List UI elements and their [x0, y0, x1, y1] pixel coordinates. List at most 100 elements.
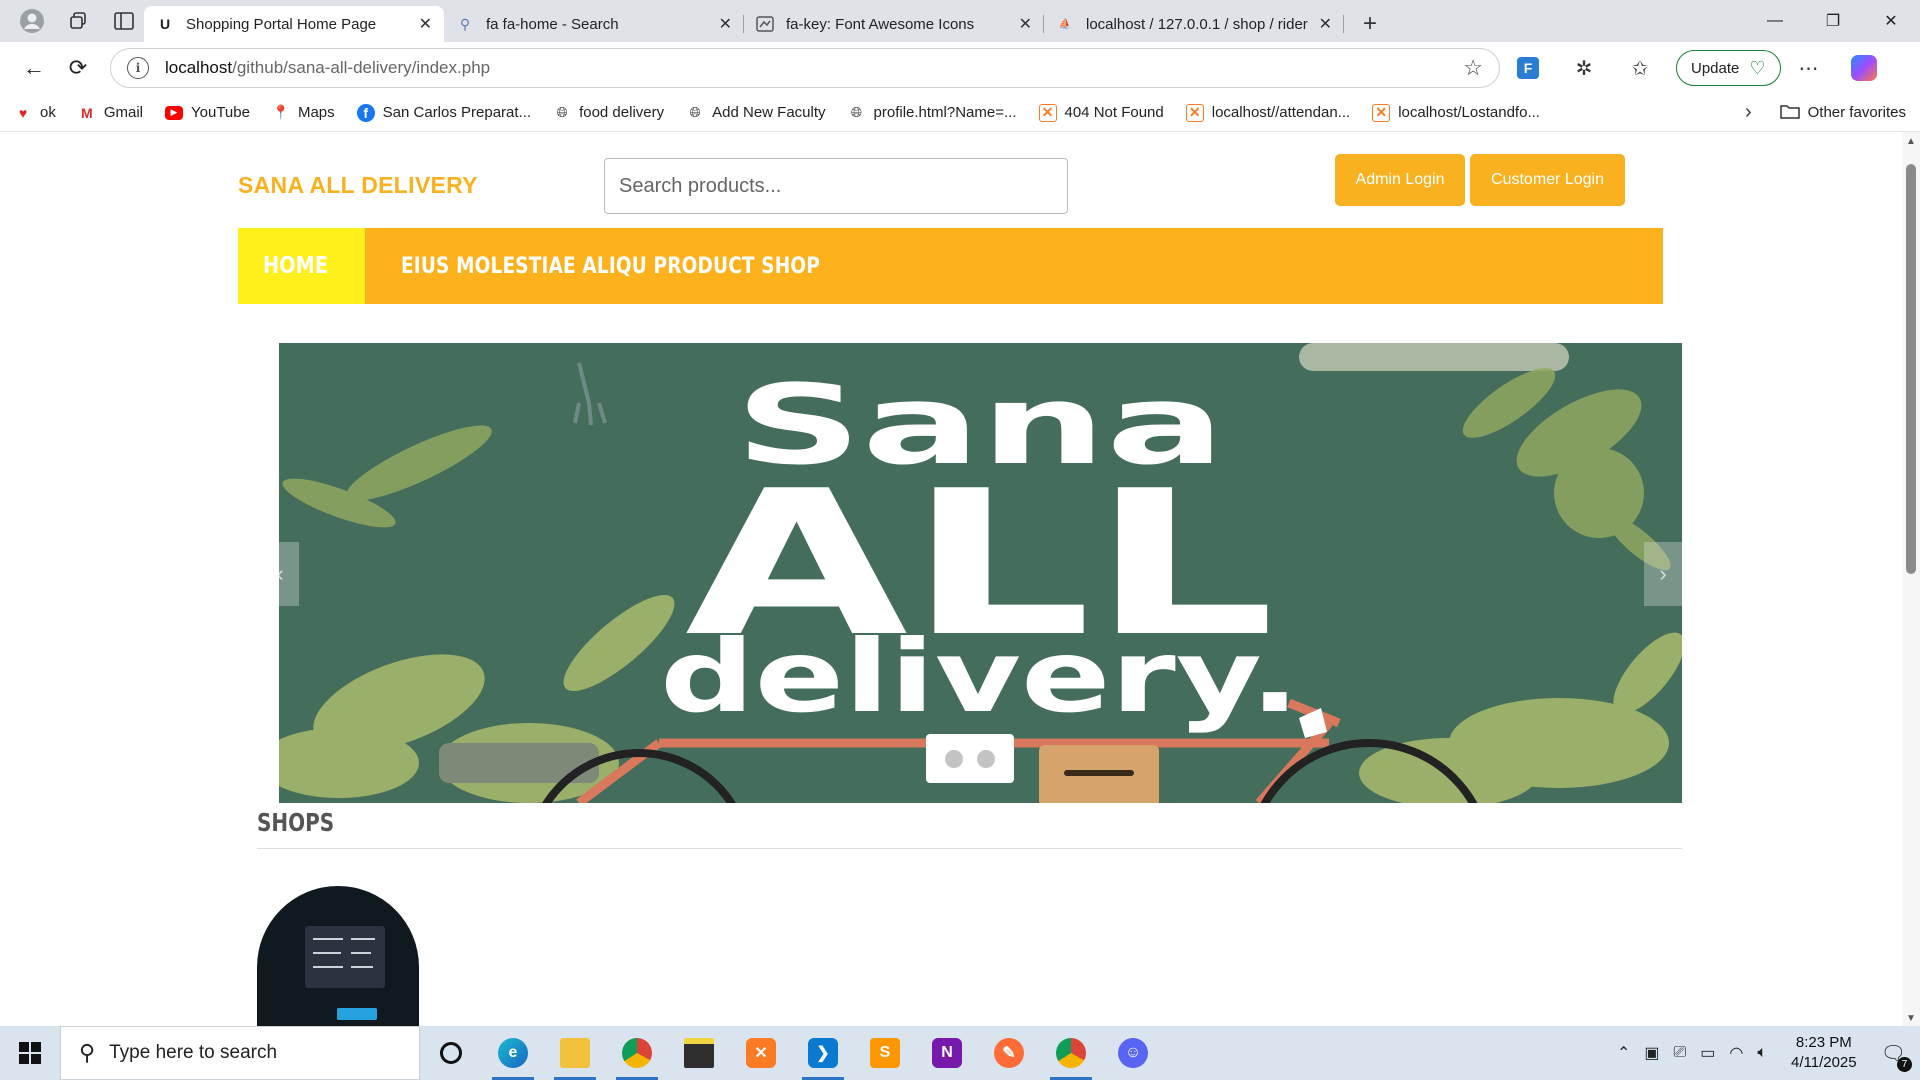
taskbar-xampp[interactable]: ✕ — [730, 1026, 792, 1080]
copilot-icon[interactable] — [1850, 55, 1877, 81]
favorite-item-youtube[interactable]: ▶ YouTube — [165, 104, 250, 122]
taskbar-search-placeholder: Type here to search — [109, 1042, 278, 1063]
close-icon[interactable]: ✕ — [1019, 14, 1032, 34]
favorite-item-san-carlos[interactable]: f San Carlos Preparat... — [356, 103, 531, 122]
search-input[interactable] — [604, 158, 1068, 214]
site-info-icon[interactable]: i — [127, 57, 149, 79]
taskbar-sublime[interactable]: S — [854, 1026, 916, 1080]
taskbar-chrome[interactable] — [606, 1026, 668, 1080]
page-scrollbar[interactable]: ▲ ▼ — [1902, 132, 1920, 1026]
admin-login-button[interactable]: Admin Login — [1335, 154, 1465, 206]
new-tab-button[interactable]: + — [1352, 6, 1388, 42]
flag-icon — [756, 15, 774, 33]
globe-icon: 🌐︎ — [556, 104, 568, 120]
nav-home-link[interactable]: HOME — [238, 228, 365, 304]
xampp-icon: ✕ — [1372, 103, 1391, 122]
profile-icon[interactable] — [12, 3, 52, 39]
favorites-icon[interactable]: ✩ — [1612, 48, 1668, 88]
vertical-tabs-icon[interactable] — [104, 3, 144, 39]
carousel-dot[interactable] — [977, 749, 995, 768]
taskbar-chrome-profile[interactable] — [1040, 1026, 1102, 1080]
shop-card-image[interactable] — [257, 886, 419, 1026]
favorite-item-maps[interactable]: 📍 Maps — [272, 104, 334, 122]
restore-icon[interactable]: ❐ — [1804, 0, 1862, 42]
favorite-item-lostandfound[interactable]: ✕ localhost/Lostandfo... — [1372, 103, 1540, 122]
shop-screen-line — [313, 938, 343, 940]
chevron-right-icon: › — [1659, 561, 1667, 586]
back-icon[interactable]: ← — [12, 48, 56, 88]
scrollbar-thumb[interactable] — [1906, 164, 1916, 574]
tab-shopping-portal[interactable]: U Shopping Portal Home Page ✕ — [144, 6, 444, 42]
close-icon[interactable]: ✕ — [419, 14, 432, 34]
favorite-label: ok — [40, 104, 56, 121]
favorite-item-ok[interactable]: ♥ ok — [14, 104, 56, 122]
system-tray: ⌃ ▣ ⎚ ▭ ◠ 🔈︎ 8:23 PM 4/11/2025 🗨︎ 7 — [1617, 1033, 1920, 1073]
chevron-up-icon[interactable]: ⌃ — [1617, 1043, 1630, 1063]
volume-icon[interactable]: 🔈︎ — [1757, 1044, 1767, 1062]
close-icon[interactable]: ✕ — [1319, 14, 1332, 34]
favorite-label: Add New Faculty — [712, 104, 826, 121]
carousel-next-button[interactable]: › — [1644, 542, 1682, 606]
heartbeat-icon: ♡ — [1749, 57, 1766, 78]
taskbar-vscode[interactable]: ❯ — [792, 1026, 854, 1080]
extensions-icon[interactable]: ✲ — [1556, 48, 1612, 88]
chevron-right-icon[interactable]: › — [1745, 101, 1752, 124]
shops-heading: SHOPS — [257, 808, 354, 837]
scroll-up-icon[interactable]: ▲ — [1906, 136, 1916, 147]
taskbar-search[interactable]: ⚲ Type here to search — [60, 1026, 420, 1080]
carousel-dot[interactable] — [945, 749, 963, 768]
close-window-icon[interactable]: ✕ — [1862, 0, 1920, 42]
nav-shop-link[interactable]: EIUS MOLESTIAE ALIQU PRODUCT SHOP — [365, 228, 900, 304]
tab-phpmyadmin[interactable]: ⛵ localhost / 127.0.0.1 / shop / rider ✕ — [1044, 6, 1344, 42]
display-icon[interactable]: ⎚ — [1673, 1044, 1686, 1062]
shop-screen-line — [351, 952, 371, 954]
taskbar-discord[interactable]: ☺ — [1102, 1026, 1164, 1080]
globe-icon: 🌐︎ — [689, 104, 701, 120]
other-favorites-label: Other favorites — [1807, 104, 1906, 121]
favorite-item-food-delivery[interactable]: 🌐︎ food delivery — [553, 104, 664, 122]
favorite-item-404[interactable]: ✕ 404 Not Found — [1038, 103, 1164, 122]
search-icon: ⚲ — [459, 15, 471, 32]
update-button[interactable]: Update ♡ — [1676, 50, 1781, 86]
carousel-indicators — [926, 734, 1014, 783]
carousel-prev-button[interactable]: ‹ — [279, 542, 299, 606]
close-icon[interactable]: ✕ — [719, 14, 732, 34]
battery-icon[interactable]: ▭ — [1700, 1043, 1715, 1063]
favorite-item-add-faculty[interactable]: 🌐︎ Add New Faculty — [686, 104, 826, 122]
meet-now-icon[interactable]: ▣ — [1644, 1043, 1659, 1063]
tab-fa-home-search[interactable]: ⚲ fa fa-home - Search ✕ — [444, 6, 744, 42]
minimize-icon[interactable]: — — [1746, 0, 1804, 42]
taskbar-postman[interactable]: ✎ — [978, 1026, 1040, 1080]
more-menu-icon[interactable]: ⋯ — [1781, 48, 1837, 88]
tab-fa-key[interactable]: fa-key: Font Awesome Icons ✕ — [744, 6, 1044, 42]
u-logo-icon: U — [159, 16, 171, 32]
phpmyadmin-icon: ⛵ — [1058, 18, 1072, 30]
wifi-icon[interactable]: ◠ — [1729, 1043, 1743, 1063]
address-bar[interactable]: i localhost /github/sana-all-delivery/in… — [110, 48, 1500, 88]
workspaces-icon[interactable] — [58, 3, 98, 39]
scroll-down-icon[interactable]: ▼ — [1906, 1013, 1916, 1024]
customer-login-button[interactable]: Customer Login — [1470, 154, 1625, 206]
favorite-item-gmail[interactable]: M Gmail — [78, 104, 143, 122]
notification-center-icon[interactable]: 🗨︎ 7 — [1881, 1041, 1912, 1072]
edge-icon: e — [498, 1038, 528, 1068]
globe-icon: 🌐︎ — [850, 104, 863, 120]
other-favorites[interactable]: Other favorites — [1779, 103, 1906, 123]
refresh-icon[interactable]: ⟳ — [56, 48, 100, 88]
site-brand[interactable]: SANA ALL DELIVERY — [238, 172, 478, 199]
clock[interactable]: 8:23 PM 4/11/2025 — [1791, 1033, 1857, 1073]
favorite-label: Gmail — [103, 104, 144, 121]
font-extension-icon[interactable]: F — [1500, 48, 1556, 88]
task-view-button[interactable] — [420, 1026, 482, 1080]
favorite-star-icon[interactable]: ☆ — [1463, 55, 1483, 81]
address-toolbar: ← ⟳ i localhost /github/sana-all-deliver… — [0, 42, 1920, 94]
taskbar-edge[interactable]: e — [482, 1026, 544, 1080]
windows-taskbar: ⚲ Type here to search e ✕ ❯ S N ✎ ☺ ⌃ ▣ … — [0, 1026, 1920, 1080]
favorite-item-attendance[interactable]: ✕ localhost//attendan... — [1185, 103, 1350, 122]
taskbar-onenote[interactable]: N — [916, 1026, 978, 1080]
shop-screen-line — [313, 952, 341, 954]
taskbar-file-explorer[interactable] — [544, 1026, 606, 1080]
taskbar-sticky-notes[interactable] — [668, 1026, 730, 1080]
start-button[interactable] — [0, 1026, 60, 1080]
favorite-item-profile[interactable]: 🌐︎ profile.html?Name=... — [848, 104, 1017, 122]
